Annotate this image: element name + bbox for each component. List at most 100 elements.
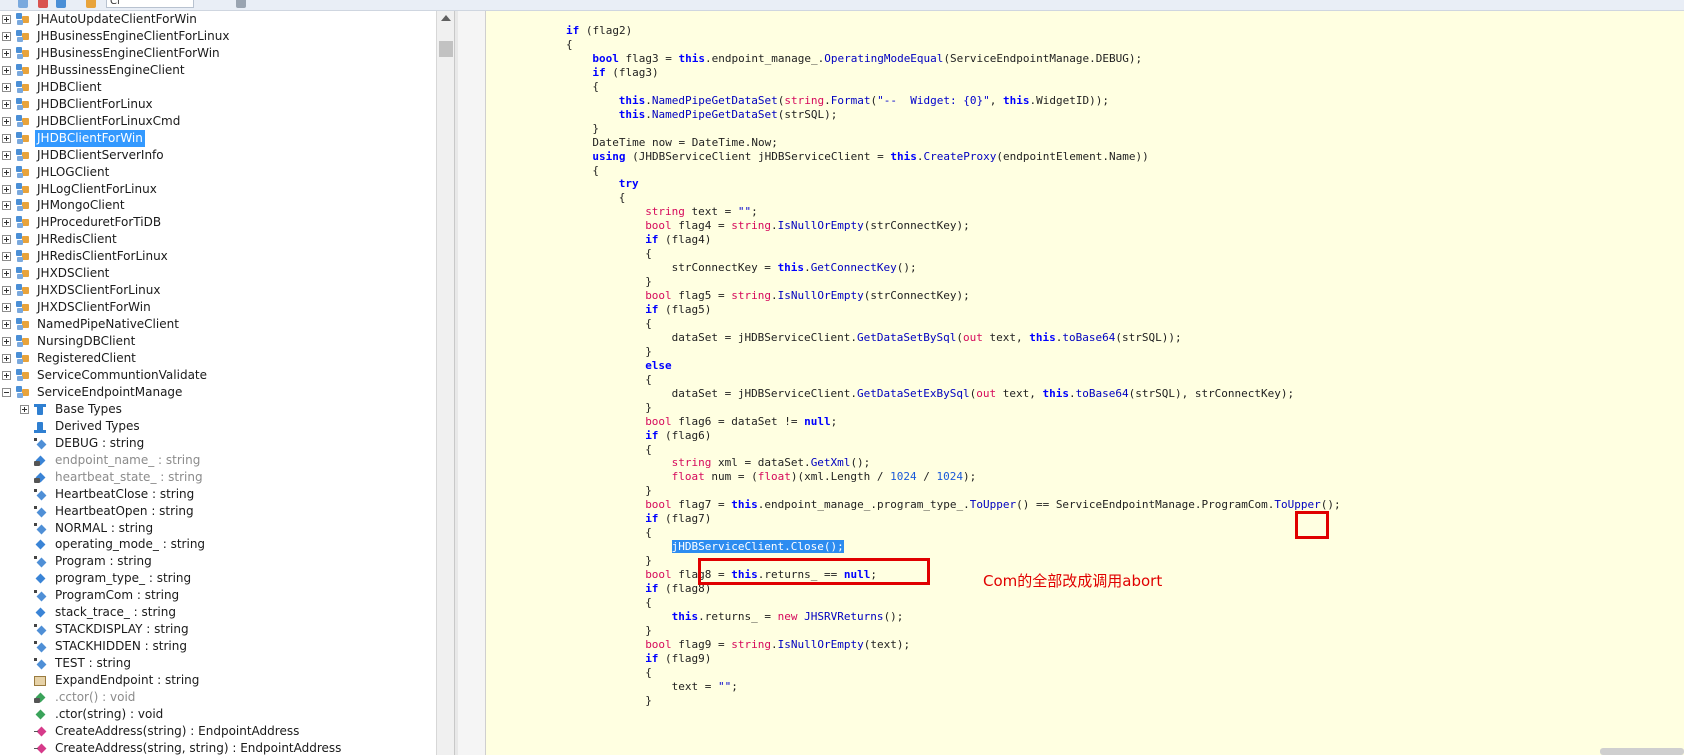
tree-item-label: heartbeat_state_ : string <box>55 469 203 484</box>
tree-member-item[interactable]: ExpandEndpoint : string <box>0 672 435 689</box>
tree-member-item[interactable]: Base Types <box>0 401 435 418</box>
tree-namespace-item[interactable]: JHXDSClientForWin <box>0 299 435 316</box>
tree-item-label: HeartbeatOpen : string <box>55 503 194 518</box>
tree-member-item[interactable]: STACKDISPLAY : string <box>0 621 435 638</box>
search-icon[interactable] <box>236 0 246 8</box>
code-line: if (flag7) <box>645 511 711 526</box>
tree-member-item[interactable]: NORMAL : string <box>0 520 435 537</box>
save-icon[interactable] <box>56 0 66 8</box>
tree-namespace-item[interactable]: JHLogClientForLinux <box>0 181 435 198</box>
tree-member-item[interactable]: ProgramCom : string <box>0 587 435 604</box>
tree-namespace-item[interactable]: JHDBClientForWin <box>0 129 435 147</box>
tree-item-label: JHXDSClientForLinux <box>37 283 161 298</box>
tree-member-item[interactable]: CreateAddress(string, string) : Endpoint… <box>0 740 435 755</box>
tree-member-item[interactable]: .ctor(string) : void <box>0 706 435 723</box>
expand-icon[interactable] <box>20 404 29 414</box>
tree-member-item[interactable]: stack_trace_ : string <box>0 604 435 621</box>
expand-icon[interactable] <box>2 48 11 58</box>
open-icon[interactable] <box>86 0 96 8</box>
expand-icon[interactable] <box>2 116 11 126</box>
tree-namespace-item[interactable]: JHRedisClientForLinux <box>0 248 435 265</box>
code-line: } <box>645 553 652 568</box>
tree-member-item[interactable]: operating_mode_ : string <box>0 536 435 553</box>
tree-namespace-item[interactable]: ServiceEndpointManage <box>0 384 435 401</box>
tree-member-item[interactable]: endpoint_name_ : string <box>0 452 435 469</box>
tree-namespace-item[interactable]: JHProceduretForTiDB <box>0 214 435 231</box>
tree-namespace-item[interactable]: NursingDBClient <box>0 333 435 350</box>
search-input[interactable]: Cl <box>106 0 194 8</box>
tree-member-item[interactable]: Program : string <box>0 553 435 570</box>
code-line: dataSet = jHDBServiceClient.GetDataSetEx… <box>672 386 1295 401</box>
code-token: { <box>645 665 652 679</box>
expand-icon[interactable] <box>2 337 11 347</box>
code-view[interactable]: if (flag2){bool flag3 = this.endpoint_ma… <box>458 11 1684 755</box>
code-line: this.NamedPipeGetDataSet(string.Format("… <box>619 93 1109 108</box>
tree-member-item[interactable]: .cctor() : void <box>0 689 435 706</box>
tree-member-item[interactable]: STACKHIDDEN : string <box>0 638 435 655</box>
tree-namespace-item[interactable]: JHRedisClient <box>0 231 435 248</box>
expand-icon[interactable] <box>2 320 11 330</box>
expand-icon[interactable] <box>2 15 11 24</box>
tree-namespace-item[interactable]: JHXDSClient <box>0 265 435 282</box>
expand-icon[interactable] <box>2 82 11 92</box>
code-token: (text); <box>863 637 911 651</box>
delete-icon[interactable] <box>38 0 48 8</box>
tree-member-item[interactable]: DEBUG : string <box>0 435 435 452</box>
code-token: (flag4) <box>658 233 712 247</box>
tree-namespace-item[interactable]: JHDBClientServerInfo <box>0 147 435 164</box>
tree-member-item[interactable]: HeartbeatOpen : string <box>0 503 435 520</box>
expand-icon[interactable] <box>2 133 11 143</box>
tree-member-item[interactable]: TEST : string <box>0 655 435 672</box>
tree-namespace-item[interactable]: JHBusinessEngineClientForWin <box>0 45 435 62</box>
namespace-icon <box>16 80 30 94</box>
expand-icon[interactable] <box>2 370 11 380</box>
expand-icon[interactable] <box>2 235 11 245</box>
extension-method-icon <box>34 743 47 755</box>
tree-member-item[interactable]: heartbeat_state_ : string <box>0 469 435 486</box>
constant-icon <box>34 641 47 653</box>
tree-namespace-item[interactable]: JHDBClient <box>0 79 435 96</box>
scroll-thumb[interactable] <box>439 41 453 57</box>
tree-namespace-item[interactable]: JHBusinessEngineClientForLinux <box>0 28 435 45</box>
expand-icon[interactable] <box>2 354 11 363</box>
expand-icon[interactable] <box>2 252 11 262</box>
code-token: bool <box>645 568 672 582</box>
tree-namespace-item[interactable]: RegisteredClient <box>0 350 435 367</box>
tree-namespace-item[interactable]: NamedPipeNativeClient <box>0 316 435 333</box>
tree-member-item[interactable]: program_type_ : string <box>0 570 435 587</box>
expand-icon[interactable] <box>2 218 11 228</box>
tree-namespace-item[interactable]: JHDBClientForLinux <box>0 96 435 113</box>
expand-icon[interactable] <box>2 269 11 279</box>
expand-icon[interactable] <box>2 167 11 177</box>
tree-namespace-item[interactable]: JHLOGClient <box>0 164 435 181</box>
back-icon[interactable] <box>18 0 28 8</box>
assembly-tree[interactable]: JHAutoUpdateClientForWin JHBusinessEngine… <box>0 11 435 755</box>
expand-icon[interactable] <box>2 99 11 109</box>
code-hscrollbar[interactable] <box>1600 748 1684 755</box>
code-line: bool flag3 = this.endpoint_manage_.Opera… <box>592 51 1142 66</box>
expand-icon[interactable] <box>2 31 11 41</box>
scroll-up-icon[interactable] <box>441 15 451 21</box>
tree-scrollbar[interactable] <box>436 11 455 755</box>
tree-namespace-item[interactable]: JHAutoUpdateClientForWin <box>0 11 435 28</box>
code-token: . <box>771 289 778 303</box>
tree-member-item[interactable]: HeartbeatClose : string <box>0 486 435 503</box>
namespace-icon <box>16 216 30 229</box>
namespace-icon <box>16 385 30 399</box>
expand-icon[interactable] <box>2 303 11 313</box>
expand-icon[interactable] <box>2 201 11 211</box>
tree-namespace-item[interactable]: JHXDSClientForLinux <box>0 282 435 299</box>
expand-icon[interactable] <box>2 184 11 194</box>
code-token: flag5 = <box>671 289 732 303</box>
expand-icon[interactable] <box>2 65 11 75</box>
tree-namespace-item[interactable]: JHDBClientForLinuxCmd <box>0 113 435 130</box>
tree-member-item[interactable]: CreateAddress(string) : EndpointAddress <box>0 723 435 740</box>
collapse-icon[interactable] <box>2 387 11 397</box>
code-line: if (flag9) <box>645 651 711 666</box>
expand-icon[interactable] <box>2 286 11 296</box>
tree-member-item[interactable]: Derived Types <box>0 418 435 435</box>
tree-namespace-item[interactable]: JHMongoClient <box>0 197 435 214</box>
tree-namespace-item[interactable]: JHBussinessEngineClient <box>0 62 435 79</box>
tree-namespace-item[interactable]: ServiceCommuntionValidate <box>0 367 435 384</box>
expand-icon[interactable] <box>2 150 11 160</box>
